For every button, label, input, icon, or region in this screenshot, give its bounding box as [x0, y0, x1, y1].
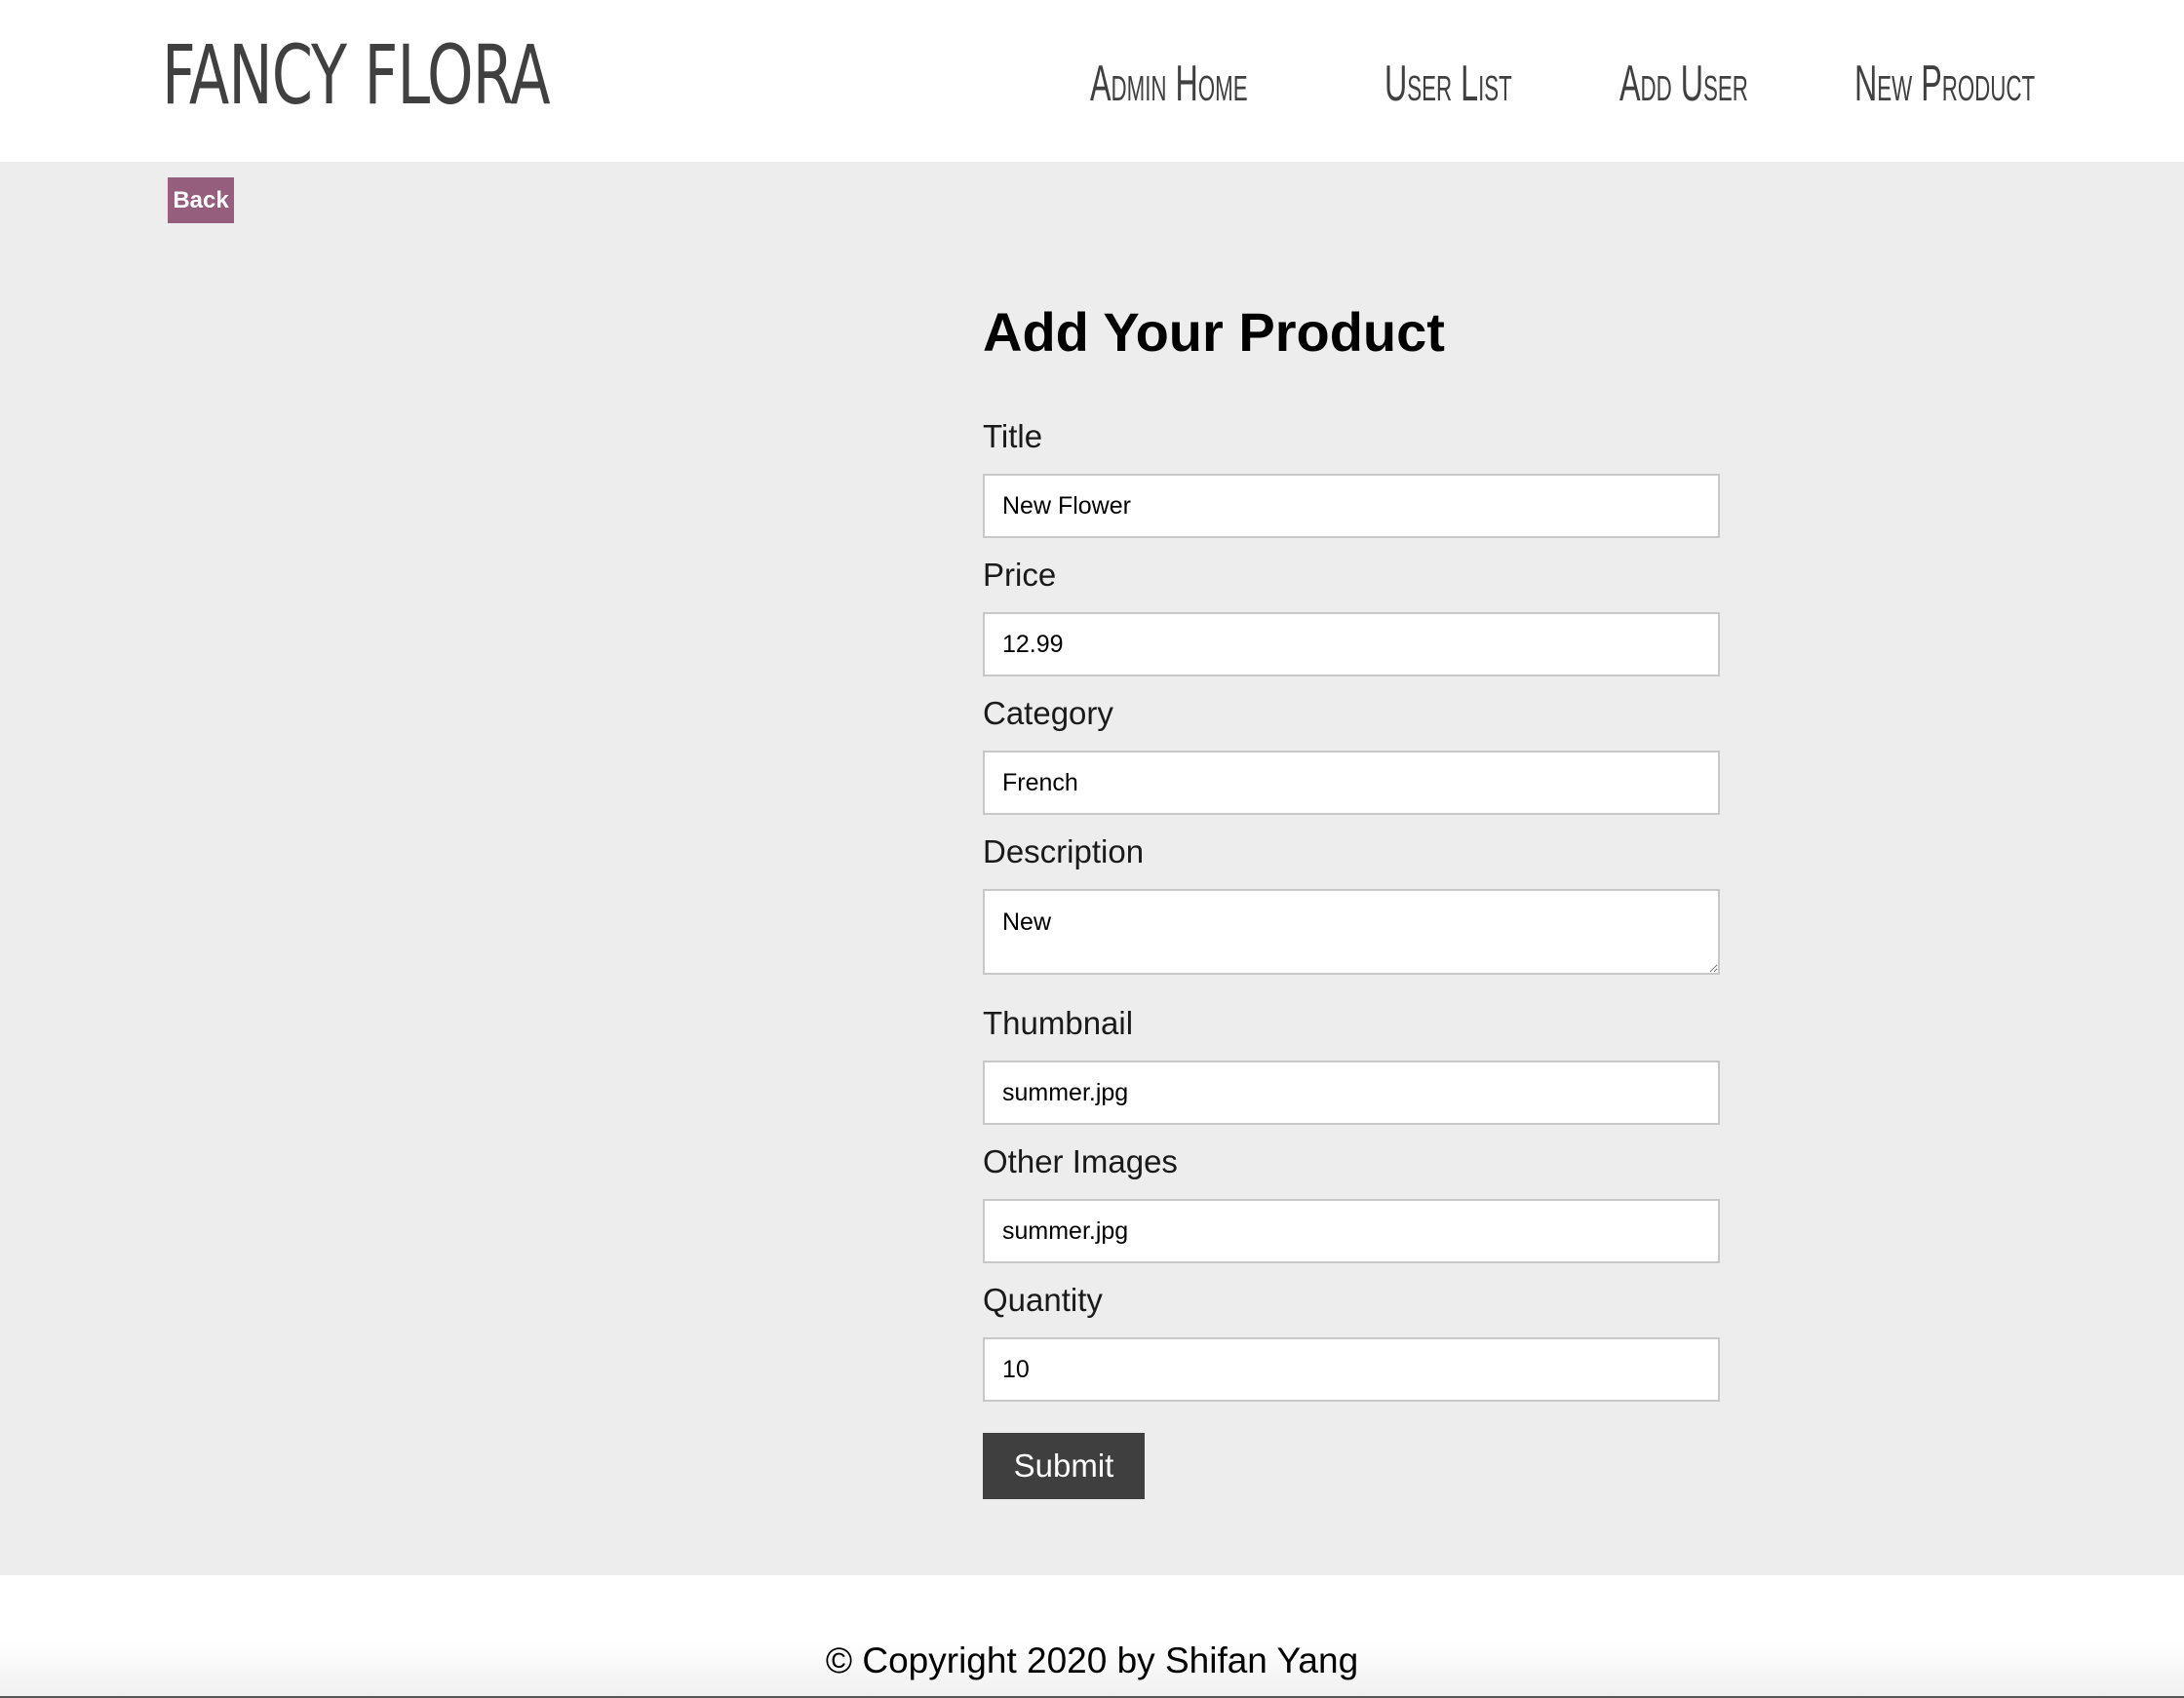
price-input[interactable] — [983, 612, 1720, 676]
form-title: Add Your Product — [983, 301, 1445, 363]
description-label: Description — [983, 833, 1145, 869]
price-label: Price — [983, 557, 1057, 593]
nav-add-user[interactable]: Add User — [1619, 55, 1748, 113]
site-footer: © Copyright 2020 by Shifan Yang — [0, 1575, 2184, 1698]
quantity-label: Quantity — [983, 1282, 1103, 1318]
nav-admin-home[interactable]: Admin Home — [1090, 55, 1248, 113]
nav-user-list[interactable]: User List — [1384, 55, 1512, 113]
quantity-input[interactable] — [983, 1337, 1720, 1402]
copyright-text: © Copyright 2020 by Shifan Yang — [825, 1640, 1359, 1680]
site-header: FANCY FLORA Admin Home User List Add Use… — [0, 0, 2184, 162]
category-input[interactable] — [983, 751, 1720, 815]
category-label: Category — [983, 695, 1113, 731]
thumbnail-label: Thumbnail — [983, 1005, 1134, 1041]
description-textarea[interactable]: New — [983, 889, 1720, 975]
site-logo[interactable]: FANCY FLORA — [162, 21, 551, 129]
nav-new-product[interactable]: New Product — [1854, 55, 2035, 113]
title-label: Title — [983, 418, 1043, 454]
other-images-label: Other Images — [983, 1143, 1178, 1179]
title-input[interactable] — [983, 474, 1720, 538]
back-button[interactable]: Back — [168, 177, 234, 223]
thumbnail-input[interactable] — [983, 1061, 1720, 1125]
other-images-input[interactable] — [983, 1199, 1720, 1263]
submit-button[interactable]: Submit — [983, 1433, 1145, 1499]
